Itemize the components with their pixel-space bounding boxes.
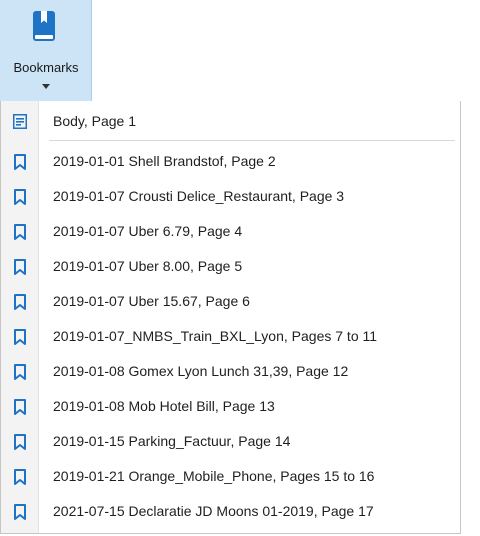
bookmark-item[interactable]: 2019-01-07_NMBS_Train_BXL_Lyon, Pages 7 … — [1, 322, 461, 352]
bookmarks-ribbon-button[interactable]: Bookmarks — [0, 0, 92, 101]
menu-separator — [49, 140, 455, 141]
bookmark-label: 2019-01-08 Mob Hotel Bill, Page 13 — [53, 398, 275, 414]
bookmark-item[interactable]: 2019-01-15 Parking_Factuur, Page 14 — [1, 427, 461, 457]
bookmark-item[interactable]: 2019-01-08 Mob Hotel Bill, Page 13 — [1, 392, 461, 422]
bookmark-icon — [14, 504, 26, 520]
bookmark-item[interactable]: 2019-01-08 Gomex Lyon Lunch 31,39, Page … — [1, 357, 461, 387]
bookmark-label: 2019-01-15 Parking_Factuur, Page 14 — [53, 433, 291, 449]
bookmark-item[interactable]: 2019-01-21 Orange_Mobile_Phone, Pages 15… — [1, 462, 461, 492]
bookmark-label: 2019-01-08 Gomex Lyon Lunch 31,39, Page … — [53, 363, 349, 379]
bookmarks-ribbon-label: Bookmarks — [13, 60, 79, 75]
document-lines-icon — [13, 114, 27, 129]
bookmark-icon — [14, 364, 26, 380]
bookmark-item[interactable]: 2019-01-07 Uber 15.67, Page 6 — [1, 287, 461, 317]
bookmark-label: 2019-01-21 Orange_Mobile_Phone, Pages 15… — [53, 468, 375, 484]
bookmark-label: 2019-01-01 Shell Brandstof, Page 2 — [53, 153, 276, 169]
bookmark-label: 2021-07-15 Declaratie JD Moons 01-2019, … — [53, 503, 374, 519]
bookmark-item[interactable]: 2019-01-01 Shell Brandstof, Page 2 — [1, 147, 461, 177]
bookmark-book-icon — [33, 11, 55, 41]
bookmark-icon — [14, 189, 26, 205]
bookmark-icon — [14, 224, 26, 240]
bookmark-icon — [14, 469, 26, 485]
bookmark-item[interactable]: 2021-07-15 Declaratie JD Moons 01-2019, … — [1, 497, 461, 527]
bookmark-icon — [14, 329, 26, 345]
bookmark-icon — [14, 154, 26, 170]
bookmark-item[interactable]: 2019-01-07 Uber 8.00, Page 5 — [1, 252, 461, 282]
bookmark-label: 2019-01-07_NMBS_Train_BXL_Lyon, Pages 7 … — [53, 328, 378, 344]
bookmark-label: 2019-01-07 Crousti Delice_Restaurant, Pa… — [53, 188, 345, 204]
bookmark-icon — [14, 259, 26, 275]
bookmark-icon — [14, 434, 26, 450]
menu-item-body[interactable]: Body, Page 1 — [1, 107, 461, 137]
bookmark-label: 2019-01-07 Uber 8.00, Page 5 — [53, 258, 243, 274]
bookmark-label: 2019-01-07 Uber 6.79, Page 4 — [53, 223, 243, 239]
bookmarks-dropdown-menu: Body, Page 1 2019-01-01 Shell Brandstof,… — [0, 101, 461, 534]
bookmark-icon — [14, 399, 26, 415]
bookmark-label: 2019-01-07 Uber 15.67, Page 6 — [53, 293, 250, 309]
menu-item-label: Body, Page 1 — [53, 113, 137, 129]
chevron-down-icon — [42, 84, 50, 89]
bookmark-item[interactable]: 2019-01-07 Crousti Delice_Restaurant, Pa… — [1, 182, 461, 212]
bookmark-item[interactable]: 2019-01-07 Uber 6.79, Page 4 — [1, 217, 461, 247]
bookmark-icon — [14, 294, 26, 310]
